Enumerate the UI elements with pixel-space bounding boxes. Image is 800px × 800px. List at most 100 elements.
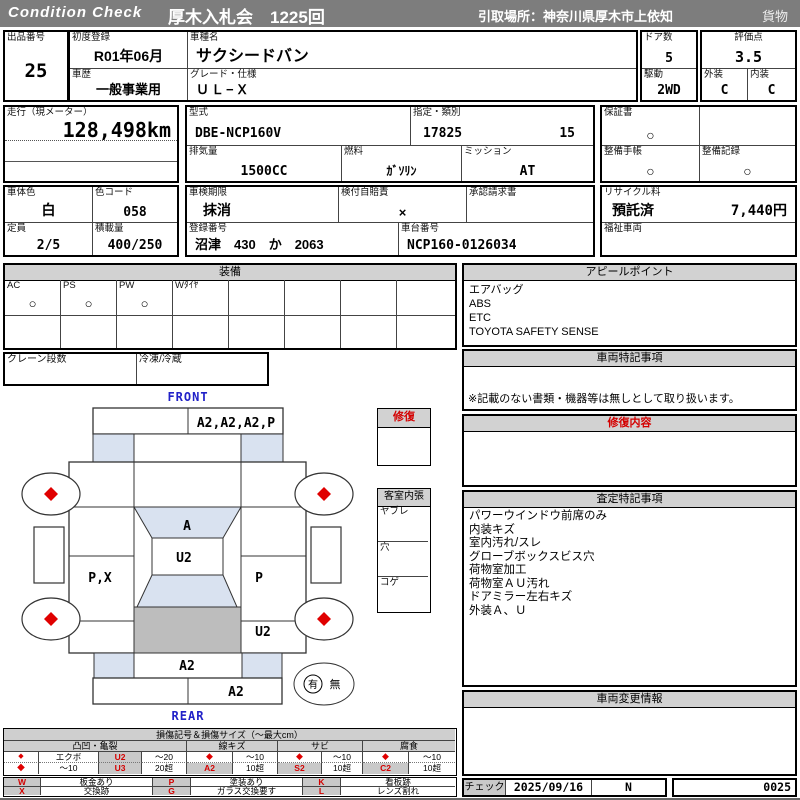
- color-box: 車体色 白 色コード 058 定員 2/5 積載量 400/250: [3, 185, 179, 257]
- legend-mark-dent-small: ◆: [4, 752, 39, 763]
- body-color-value: 白: [41, 202, 56, 218]
- spare-indicator: 有 無: [293, 662, 355, 706]
- equipment-title: 装備: [5, 265, 455, 281]
- repair-mark-title: 修復: [378, 409, 430, 428]
- legend-r1c4: ◆: [187, 752, 233, 763]
- equip-cell-r2-3: [117, 316, 173, 348]
- zone-rear-panel: A2: [179, 659, 195, 674]
- mission-value: AT: [519, 164, 536, 179]
- assessment-box: 査定特記事項 パワーウインドウ前席のみ 内装キズ 室内汚れ/スレ グローブボック…: [462, 490, 797, 687]
- load-value: 400/250: [107, 238, 163, 253]
- brand-logo: Condition Check: [8, 4, 143, 21]
- displacement-label: 排気量: [189, 146, 218, 157]
- mileage-label: 走行（現メーター）: [7, 107, 93, 118]
- cabin-row-burn-label: コゲ: [380, 577, 400, 588]
- recycle-fee: 7,440円: [730, 203, 787, 219]
- appeal-line: ABS: [469, 298, 492, 310]
- cabin-row-tear: ヤブレ: [378, 506, 428, 542]
- legend-title: 損傷記号＆損傷サイズ（〜最大cm）: [4, 729, 455, 741]
- legend-r2c1: 〜10: [39, 763, 99, 774]
- vehicle-id-box: 初度登録 R01年06月 車種名 サクシードバン 車歴 一般事業用 グレード・仕…: [68, 30, 638, 102]
- equip-cell-r2-6: [285, 316, 341, 348]
- equip-cell-r2-4: [173, 316, 229, 348]
- equip-cell-ps: PS ○: [61, 280, 117, 316]
- drive-cell: 駆動 2WD: [642, 69, 696, 100]
- wheel-rear-left: [21, 597, 81, 641]
- check-inspector-cell: N: [592, 780, 665, 795]
- sheet-number-box: 0025: [672, 778, 797, 797]
- lot-number-label: 出品番号: [7, 32, 46, 43]
- score-box: 評価点 3.5 外装 C 内装 C: [700, 30, 797, 102]
- inspection-value: 抹消: [203, 202, 231, 218]
- warranty-cell: 保証書 ○: [602, 107, 700, 146]
- change-info-title: 車両変更情報: [464, 692, 795, 708]
- cabin-row-tear-label: ヤブレ: [380, 506, 409, 517]
- equip-mark-pw: ○: [140, 296, 149, 311]
- legend-cat-corrosion: 腐食: [363, 741, 455, 752]
- model-code-label: 型式: [189, 107, 209, 118]
- equip-label-ac: AC: [7, 280, 21, 291]
- door-drive-box: ドア数 5 駆動 2WD: [640, 30, 698, 102]
- mileage-value: 128,498km: [62, 118, 171, 142]
- recycle-status: 預託済: [612, 202, 654, 218]
- legend-r1c2: U2: [99, 752, 142, 763]
- exterior-value: C: [720, 83, 729, 98]
- equip-label-wtire: Wﾀｲﾔ: [175, 280, 199, 291]
- check-label-cell: チェック: [464, 780, 506, 795]
- recycle-cell: リサイクル料 預託済 7,440円: [602, 187, 795, 223]
- equip-cell-r2-1: [5, 316, 61, 348]
- legend-cat-rust: サビ: [278, 741, 363, 752]
- capacity-value: 2/5: [36, 238, 61, 253]
- approval-cell: 承認請求書: [467, 187, 593, 223]
- zone-quarter-right: U2: [255, 625, 271, 640]
- freezer-cell: 冷凍/冷蔵: [137, 354, 267, 384]
- fuel-cell: 燃料 ｶﾞｿﾘﾝ: [342, 146, 462, 181]
- recycle-label: リサイクル料: [604, 187, 661, 198]
- equip-cell-6: [285, 280, 341, 316]
- crane-cell: クレーン段数: [5, 354, 137, 384]
- displacement-cell: 排気量 1500CC: [187, 146, 342, 181]
- legend-r2c6: S2: [278, 763, 322, 774]
- maintenance-book-cell: 整備手帳 ○: [602, 146, 700, 181]
- maintenance-record-cell: 整備記録 ○: [700, 146, 795, 181]
- doors-cell: ドア数 5: [642, 32, 696, 69]
- chassis-label: 車台番号: [401, 223, 440, 234]
- exterior-label: 外装: [704, 69, 724, 80]
- equip-mark-ps: ○: [84, 296, 93, 311]
- body-color-label: 車体色: [7, 187, 36, 198]
- vehicle-notes-footnote: ※記載のない書類・機器等は無しとして取り扱います。: [468, 393, 740, 405]
- assessment-line: 室内汚れ/スレ: [469, 537, 542, 549]
- cabin-row-hole-label: 穴: [380, 542, 390, 553]
- zone-roof: U2: [176, 551, 192, 566]
- divider-dotted: [5, 140, 177, 141]
- legend-r2c4: A2: [187, 763, 233, 774]
- code-k: K: [303, 778, 341, 787]
- equip-label-pw: PW: [119, 280, 135, 291]
- check-inspector: N: [625, 780, 632, 794]
- assessment-title: 査定特記事項: [464, 492, 795, 508]
- equip-cell-r2-7: [341, 316, 397, 348]
- equip-mark-ac: ○: [28, 296, 37, 311]
- cabin-row-hole: 穴: [378, 542, 428, 577]
- assessment-line: 荷物室ＡＵ汚れ: [469, 577, 550, 590]
- score-cell: 評価点 3.5: [702, 32, 795, 69]
- capacity-cell: 定員 2/5: [5, 223, 93, 255]
- lot-number-value: 25: [24, 60, 48, 82]
- zone-front-bumper-right: A2,A2,A2,P: [197, 416, 275, 431]
- legend-r2c5: 10超: [233, 763, 278, 774]
- model-code-cell: 型式 DBE-NCP160V: [187, 107, 411, 146]
- equip-cell-r2-2: [61, 316, 117, 348]
- score-label: 評価点: [734, 32, 763, 43]
- equip-cell-8: [397, 280, 455, 316]
- maintenance-book-label: 整備手帳: [604, 146, 643, 157]
- maintenance-record-label: 整備記録: [702, 146, 741, 157]
- legend-r1c6: ◆: [278, 752, 322, 763]
- repair-content-title: 修復内容: [464, 416, 795, 432]
- code-k-desc: 看板跡: [341, 778, 455, 787]
- legend-r1c3: 〜20: [142, 752, 187, 763]
- repair-content-box: 修復内容: [462, 414, 797, 487]
- legend-r1c7: 〜10: [322, 752, 363, 763]
- code-p-desc: 塗装あり: [191, 778, 303, 787]
- cabin-row-burn: コゲ: [378, 577, 428, 610]
- code-g: G: [153, 787, 191, 795]
